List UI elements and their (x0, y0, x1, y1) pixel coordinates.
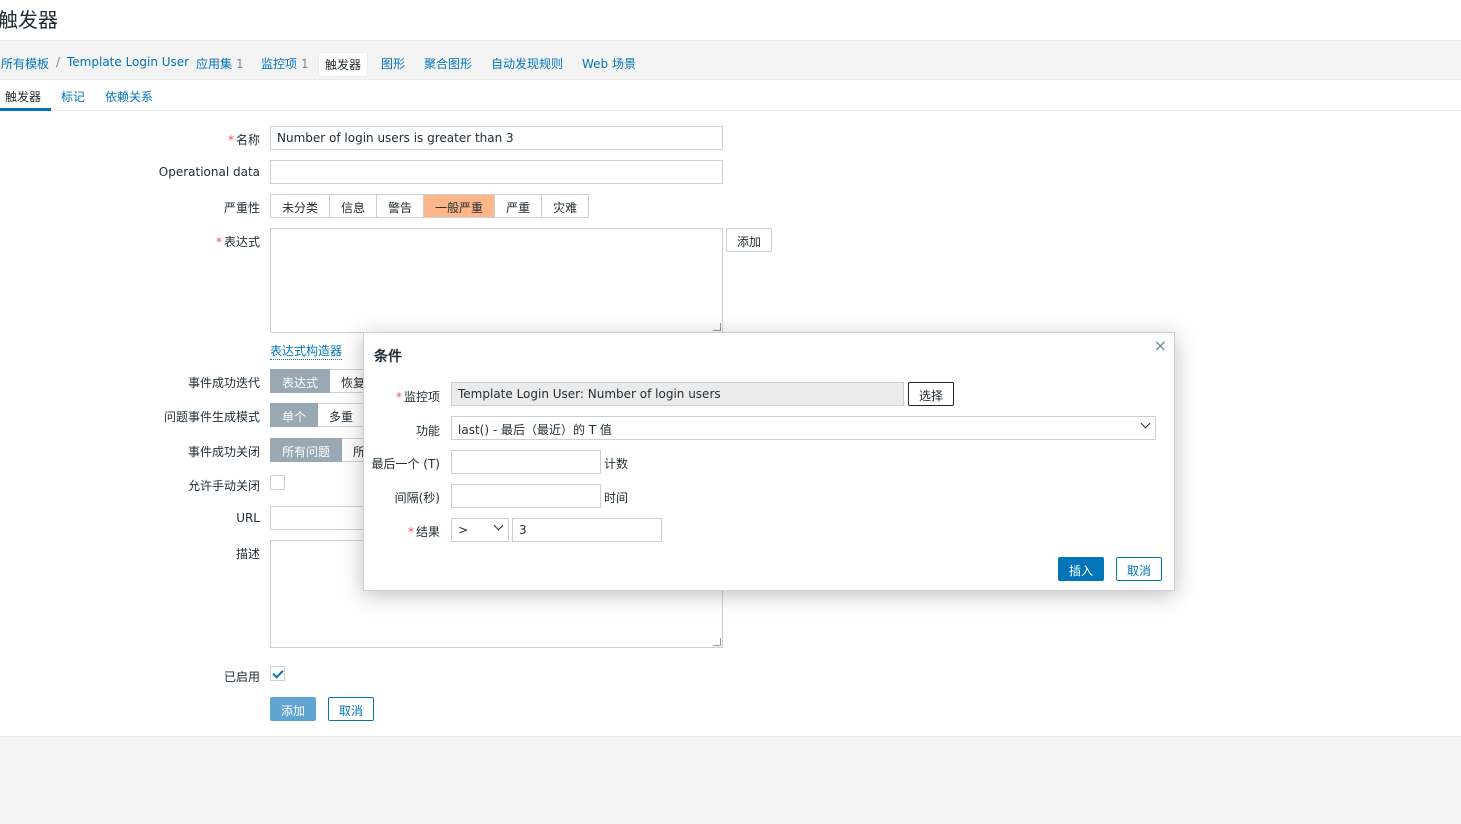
page-title: 触发器 (0, 8, 58, 32)
dialog-last-of-unit: 计数 (604, 457, 629, 471)
enabled-checkbox[interactable] (270, 666, 285, 681)
form-tabs: 触发器 标记 依赖关系 (0, 80, 1461, 111)
applications-count: 1 (236, 57, 244, 71)
severity-warning[interactable]: 警告 (377, 194, 425, 218)
severity-high[interactable]: 严重 (495, 194, 543, 218)
description-label: 描述 (235, 547, 260, 561)
dialog-function-value: last() - 最后（最近）的 T 值 (458, 423, 612, 437)
condition-dialog: 条件 × * 监控项 Template Login User: Number of… (363, 332, 1175, 591)
chevron-down-icon (1140, 418, 1151, 429)
tab-tags[interactable]: 标记 (61, 88, 85, 105)
expression-textarea[interactable] (270, 228, 723, 333)
severity-selector: 未分类 信息 警告 一般严重 严重 灾难 (270, 194, 590, 218)
dialog-function-label: 功能 (415, 424, 440, 438)
dialog-last-of-input[interactable] (451, 450, 601, 474)
problem-mode-single[interactable]: 单个 (270, 403, 319, 427)
ok-event-expression[interactable]: 表达式 (270, 369, 331, 393)
breadcrumb-items[interactable]: 监控项 1 (261, 55, 309, 72)
dialog-item-label: * 监控项 (396, 388, 440, 405)
expression-label: * 表达式 (216, 233, 260, 250)
required-marker: * (227, 133, 234, 147)
items-count: 1 (301, 57, 309, 71)
breadcrumb-template[interactable]: Template Login User (67, 55, 189, 69)
name-label-text: 名称 (235, 133, 260, 147)
chevron-down-icon (493, 520, 504, 531)
breadcrumb-all-templates[interactable]: 所有模板 (1, 55, 49, 72)
expression-builder-link[interactable]: 表达式构造器 (270, 342, 343, 360)
applications-label: 应用集 (196, 57, 233, 71)
dialog-item-input: Template Login User: Number of login use… (451, 382, 904, 406)
close-icon[interactable]: × (1154, 336, 1167, 355)
ok-event-selector: 表达式 恢复 (270, 369, 378, 393)
required-marker: * (395, 390, 402, 404)
problem-mode-label: 问题事件生成模式 (163, 410, 260, 424)
dialog-item-label-text: 监控项 (403, 390, 440, 404)
dialog-interval-label: 间隔(秒) (394, 491, 440, 505)
name-label: * 名称 (228, 131, 260, 148)
problem-mode-selector: 单个 多重 (270, 403, 366, 427)
dialog-result-operator-select[interactable]: > (451, 518, 509, 542)
dialog-insert-button[interactable]: 插入 (1058, 557, 1105, 581)
ok-close-label: 事件成功关闭 (187, 445, 260, 459)
breadcrumb: 所有模板 / Template Login User 应用集 1 监控项 1 触发器… (0, 40, 1461, 80)
severity-label: 严重性 (223, 201, 260, 215)
dialog-interval-input[interactable] (451, 484, 601, 508)
dialog-title: 条件 (374, 349, 402, 365)
form-add-button[interactable]: 添加 (270, 697, 317, 721)
expression-add-button[interactable]: 添加 (726, 228, 773, 252)
severity-not-classified[interactable]: 未分类 (270, 194, 331, 218)
resize-grip-icon[interactable] (713, 638, 721, 646)
opdata-input[interactable] (270, 160, 723, 184)
ok-close-selector: 所有问题 所 (270, 438, 378, 462)
tab-dependencies[interactable]: 依赖关系 (105, 88, 153, 105)
breadcrumb-screens[interactable]: 聚合图形 (424, 55, 472, 72)
dialog-result-label: * 结果 (408, 523, 440, 540)
breadcrumb-web[interactable]: Web 场景 (582, 55, 636, 72)
required-marker: * (215, 235, 222, 249)
page-footer (0, 736, 1461, 824)
dialog-result-label-text: 结果 (415, 525, 440, 539)
dialog-interval-unit: 时间 (604, 491, 629, 505)
dialog-result-value-input[interactable]: 3 (512, 518, 662, 542)
required-marker: * (407, 525, 414, 539)
manual-close-checkbox[interactable] (270, 475, 285, 490)
items-label: 监控项 (261, 57, 298, 71)
breadcrumb-separator: / (56, 55, 61, 69)
dialog-function-select[interactable]: last() - 最后（最近）的 T 值 (451, 416, 1156, 440)
form-cancel-button[interactable]: 取消 (328, 697, 375, 721)
manual-close-label: 允许手动关闭 (187, 479, 260, 493)
breadcrumb-triggers[interactable]: 触发器 (318, 52, 369, 77)
severity-information[interactable]: 信息 (330, 194, 378, 218)
tab-trigger[interactable]: 触发器 (5, 88, 41, 105)
dialog-result-operator-value: > (458, 523, 469, 537)
severity-average[interactable]: 一般严重 (424, 194, 496, 218)
breadcrumb-discovery[interactable]: 自动发现规则 (491, 55, 563, 72)
name-input[interactable]: Number of login users is greater than 3 (270, 126, 723, 150)
opdata-label: Operational data (158, 165, 260, 179)
breadcrumb-graphs[interactable]: 图形 (381, 55, 405, 72)
enabled-label: 已启用 (223, 670, 260, 684)
url-label: URL (236, 511, 260, 525)
dialog-cancel-button[interactable]: 取消 (1116, 557, 1163, 581)
dialog-last-of-label: 最后一个 (T) (371, 457, 440, 471)
ok-close-all-problems[interactable]: 所有问题 (270, 438, 343, 462)
active-tab-indicator (0, 108, 51, 111)
ok-event-label: 事件成功迭代 (187, 376, 260, 390)
breadcrumb-applications[interactable]: 应用集 1 (196, 55, 244, 72)
problem-mode-multiple[interactable]: 多重 (318, 403, 366, 427)
dialog-item-select-button[interactable]: 选择 (908, 382, 955, 406)
severity-disaster[interactable]: 灾难 (542, 194, 590, 218)
resize-grip-icon[interactable] (713, 323, 721, 331)
expression-label-text: 表达式 (223, 235, 260, 249)
